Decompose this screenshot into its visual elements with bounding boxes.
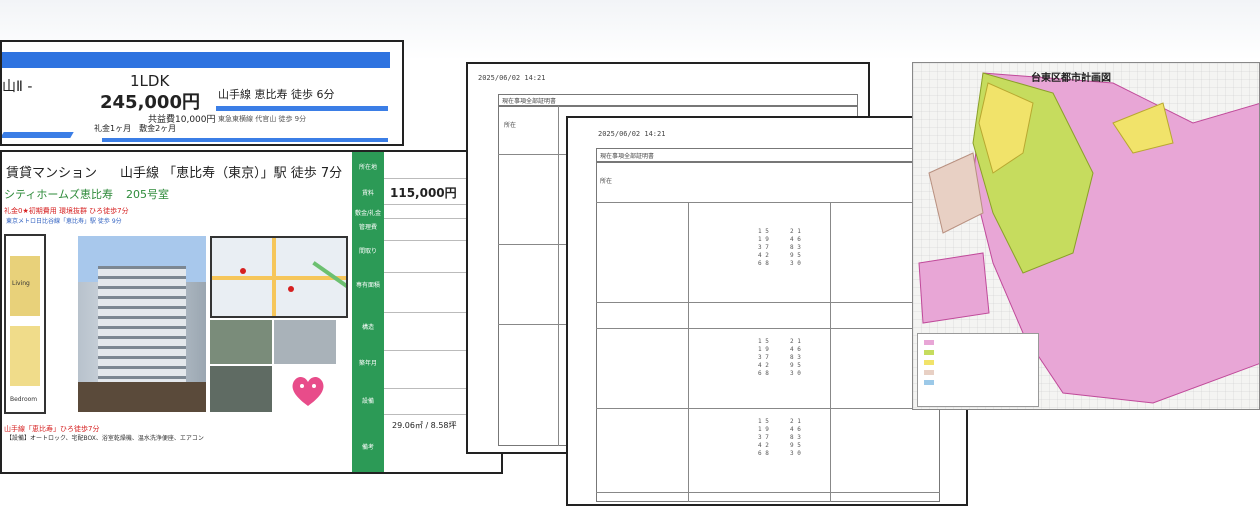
promo-text: 礼金0★初期費用 環境抜群 ひろ徒歩7分: [4, 207, 129, 215]
interior-photo: [210, 320, 272, 364]
photo-entrance: [78, 382, 206, 412]
sidebar-label: 敷金/礼金: [354, 210, 382, 217]
interior-photo: [210, 366, 272, 412]
accent-bar: [216, 106, 388, 111]
mascot-icon: [292, 376, 324, 406]
apartment-name: シティホームズ恵比寿: [4, 188, 114, 201]
station-info: 山手線 恵比寿 徒歩 6分: [218, 88, 335, 101]
doc-datetime: 2025/06/02 14:21: [598, 130, 666, 138]
flyer-header-bar: [2, 52, 390, 68]
sidebar-label: 賃料: [361, 190, 374, 197]
facilities-text: 【設備】オートロック、宅配BOX、浴室乾燥機、温水洗浄便座、エアコン: [6, 435, 204, 442]
floor-plan-room: [10, 326, 40, 386]
doc-rule: [558, 106, 559, 446]
doc-column: 2 1 4 6 8 3 9 5 3 0: [790, 418, 801, 457]
doc-rule: [596, 202, 940, 203]
doc-rule: [596, 302, 940, 303]
property-title: 山Ⅱ -: [2, 79, 33, 95]
rent-price: 245,000円: [100, 92, 200, 113]
legend-swatch: [924, 340, 934, 345]
city-planning-map: 台東区都市計画図: [912, 62, 1260, 410]
doc-rule: [688, 202, 689, 502]
doc-rule: [596, 408, 940, 409]
floor-plan-label: Living: [12, 280, 30, 287]
doc-header: 現在事項全部証明書: [502, 98, 557, 105]
registry-document-front: 2025/06/02 14:21 現在事項全部証明書 所在 1 5 1 9 3 …: [566, 116, 968, 506]
bottom-promo: 山手線「恵比寿」ひろ徒歩7分: [4, 425, 100, 433]
floor-plan: Living Bedroom: [4, 234, 46, 414]
line-station: 山手線 「恵比寿（東京）」駅 徒歩 7分: [120, 166, 343, 181]
map-road: [212, 276, 346, 280]
rent-amount: 115,000円: [390, 186, 457, 200]
map-title: 台東区都市計画図: [1031, 73, 1111, 84]
access-text: 東京メトロ日比谷線「恵比寿」駅 徒歩 9分: [6, 218, 122, 225]
property-flyer-top: 山Ⅱ - 1LDK 245,000円 山手線 恵比寿 徒歩 6分 共益費10,0…: [0, 40, 404, 146]
sidebar-label: 所在地: [358, 164, 377, 171]
map-pin-icon: [288, 286, 294, 292]
doc-column: 1 5 1 9 3 7 4 2 6 8: [758, 228, 769, 267]
building-photo: [78, 236, 206, 412]
sidebar-label: 専有面積: [355, 282, 380, 289]
building-type: 賃貸マンション: [6, 166, 98, 181]
map-road: [272, 238, 276, 316]
doc-column: 1 5 1 9 3 7 4 2 6 8: [758, 418, 769, 457]
doc-rule: [596, 492, 940, 493]
map-legend: [917, 333, 1039, 407]
secondary-station: 東急東横線 代官山 徒歩 9分: [218, 115, 307, 123]
accent-stripe: [2, 132, 74, 138]
doc-rule: [830, 202, 831, 502]
doc-datetime: 2025/06/02 14:21: [478, 74, 546, 82]
property-flyer-main: 賃貸マンション 山手線 「恵比寿（東京）」駅 徒歩 7分 シティホームズ恵比寿 …: [0, 150, 503, 474]
legend-swatch: [924, 360, 934, 365]
doc-header: 現在事項全部証明書: [600, 153, 655, 160]
sidebar-label: 設備: [361, 398, 374, 405]
doc-rule: [596, 328, 940, 329]
legend-swatch: [924, 380, 934, 385]
sidebar-label: 築年月: [358, 360, 377, 367]
floor-area: 29.06㎡ / 8.58坪: [392, 421, 457, 430]
legend-swatch: [924, 350, 934, 355]
doc-column: 2 1 4 6 8 3 9 5 3 0: [790, 338, 801, 377]
map-pin-icon: [240, 268, 246, 274]
deposit-info: 礼金1ヶ月 敷金2ヶ月: [94, 124, 177, 133]
doc-column: 2 1 4 6 8 3 9 5 3 0: [790, 228, 801, 267]
sidebar-label: 備考: [361, 444, 374, 451]
map-road: [312, 261, 346, 299]
photo-facade: [98, 266, 186, 386]
interior-photo: [274, 320, 336, 364]
doc-row-label: 所在: [504, 122, 517, 129]
location-map: [210, 236, 348, 318]
unit-number: 205号室: [126, 188, 169, 201]
legend-swatch: [924, 370, 934, 375]
sidebar-label: 構造: [361, 324, 374, 331]
sidebar-label: 管理費: [358, 224, 377, 231]
floor-plan-label: Bedroom: [10, 396, 38, 403]
doc-column: 1 5 1 9 3 7 4 2 6 8: [758, 338, 769, 377]
info-sidebar: [352, 152, 384, 472]
doc-row-label: 所在: [600, 178, 613, 185]
sidebar-label: 間取り: [358, 248, 377, 255]
accent-bar-bottom: [102, 138, 388, 142]
